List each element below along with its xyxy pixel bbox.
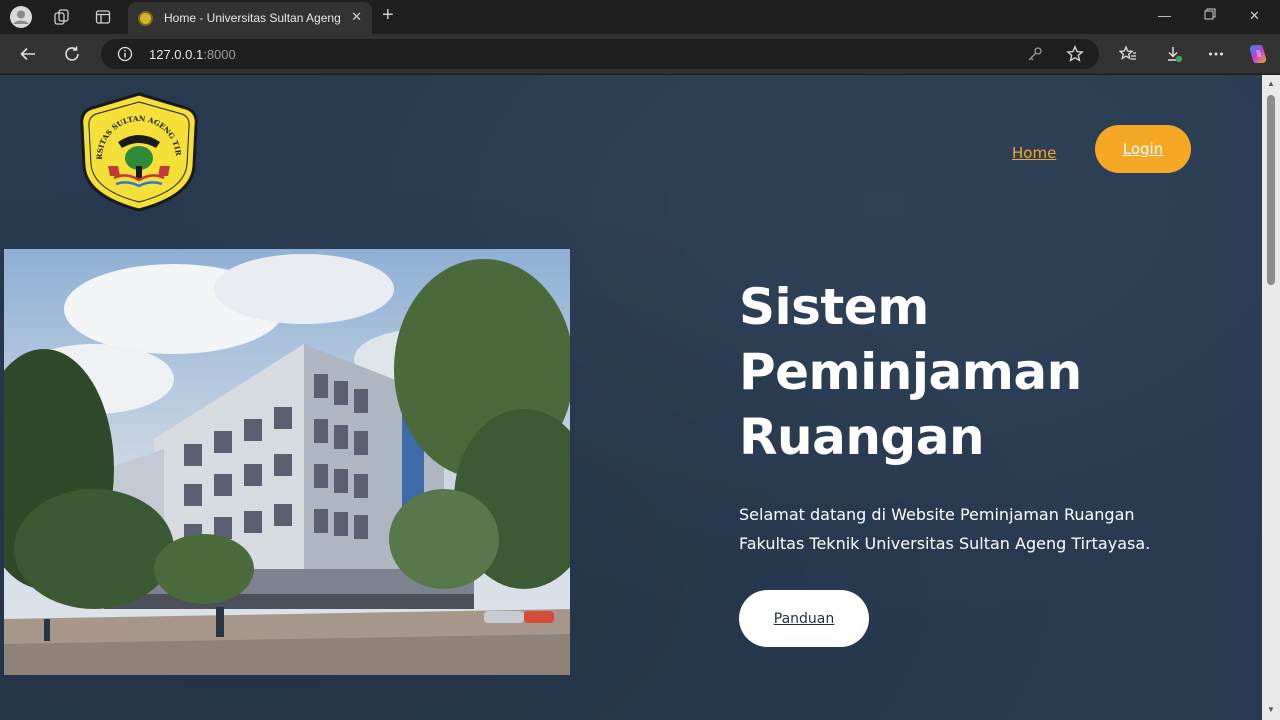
more-icon[interactable] (1205, 43, 1227, 65)
hero-title-line: Ruangan (739, 408, 985, 466)
downloads-icon[interactable] (1163, 43, 1185, 65)
new-tab-icon[interactable]: + (382, 4, 394, 27)
minimize-icon[interactable]: — (1158, 8, 1171, 23)
favorites-icon[interactable] (1117, 43, 1139, 65)
scroll-down-icon[interactable]: ▼ (1267, 705, 1275, 714)
back-icon[interactable] (17, 43, 39, 65)
campus-building-photo (4, 249, 570, 675)
active-tab[interactable]: Home - Universitas Sultan Ageng Tirtayas… (128, 2, 372, 34)
nav-home-link[interactable]: Home (1012, 144, 1056, 162)
workspaces-icon[interactable] (51, 6, 73, 28)
url-host: 127.0.0.1 (149, 47, 204, 62)
hero-title-line: Sistem (739, 278, 929, 336)
password-key-icon[interactable] (1027, 46, 1043, 67)
site-info-icon[interactable] (117, 46, 133, 67)
profile-icon[interactable] (10, 6, 32, 28)
scroll-up-icon[interactable]: ▲ (1267, 79, 1275, 88)
panduan-button[interactable]: Panduan (739, 590, 869, 647)
tab-title: Home - Universitas Sultan Ageng Tirtayas… (164, 11, 340, 25)
hero-title-line: Peminjaman (739, 343, 1082, 401)
page-scrollbar[interactable]: ▲ ▼ (1262, 75, 1280, 720)
url-text: 127.0.0.1:8000 (149, 47, 236, 62)
tab-close-icon[interactable]: ✕ (351, 9, 362, 25)
refresh-icon[interactable] (61, 43, 83, 65)
page-viewport: UNIVERSITAS SULTAN AGENG TIRTAYASA Home … (0, 75, 1262, 720)
browser-tab-bar: Home - Universitas Sultan Ageng Tirtayas… (0, 0, 1280, 34)
copilot-icon[interactable] (1247, 43, 1269, 65)
close-icon[interactable]: ✕ (1249, 8, 1260, 24)
login-button[interactable]: Login (1095, 125, 1191, 173)
url-port: :8000 (203, 47, 236, 62)
tab-actions-icon[interactable] (92, 6, 114, 28)
hero-title: Sistem Peminjaman Ruangan (739, 275, 1159, 470)
hero-description: Selamat datang di Website Peminjaman Rua… (739, 505, 1151, 553)
favorite-star-icon[interactable] (1066, 45, 1084, 68)
site-favicon-icon (138, 11, 153, 26)
scrollbar-thumb[interactable] (1267, 95, 1275, 285)
browser-toolbar: 127.0.0.1:8000 (0, 34, 1280, 74)
restore-icon[interactable] (1204, 8, 1216, 23)
university-logo[interactable]: UNIVERSITAS SULTAN AGENG TIRTAYASA (78, 92, 200, 214)
address-bar[interactable]: 127.0.0.1:8000 (101, 39, 1099, 69)
